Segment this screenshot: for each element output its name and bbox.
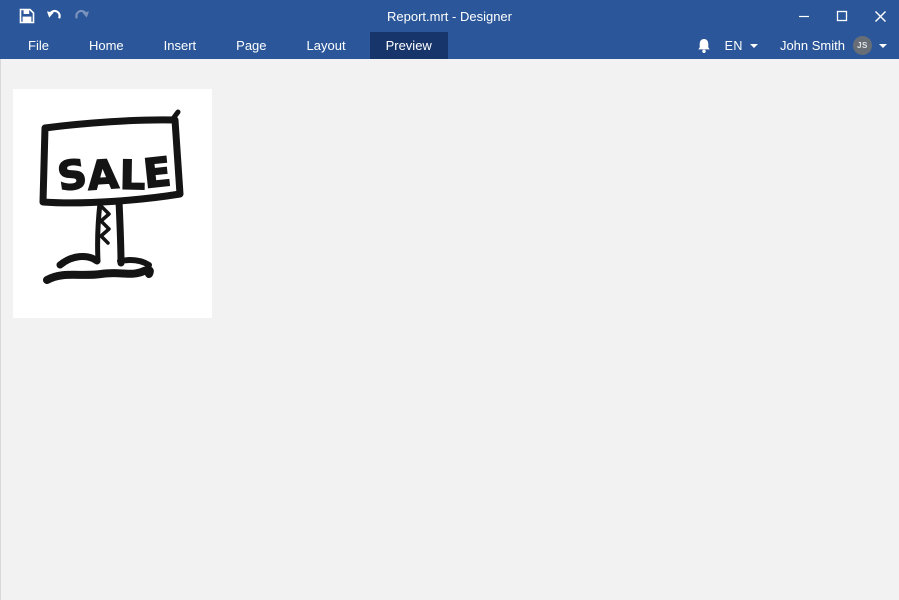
sale-sign-image: SALE: [39, 109, 184, 284]
tab-insert[interactable]: Insert: [148, 32, 213, 59]
titlebar: Report.mrt - Designer: [0, 0, 899, 32]
close-button[interactable]: [861, 0, 899, 32]
close-icon: [874, 10, 886, 22]
language-caret-icon[interactable]: [749, 43, 758, 48]
sale-sign-text: SALE: [55, 148, 174, 202]
window-left-border: [0, 59, 1, 600]
redo-icon: [74, 9, 89, 19]
undo-button[interactable]: [45, 7, 63, 25]
preview-canvas: SALE: [0, 59, 899, 600]
window-controls: [785, 0, 899, 32]
user-menu-caret-icon[interactable]: [879, 43, 887, 48]
bell-icon: [697, 38, 710, 53]
minimize-button[interactable]: [785, 0, 823, 32]
tab-page[interactable]: Page: [220, 32, 282, 59]
tab-home[interactable]: Home: [73, 32, 140, 59]
ribbon-right-area: EN John Smith JS: [697, 32, 899, 59]
tab-preview[interactable]: Preview: [369, 32, 448, 59]
user-avatar[interactable]: JS: [853, 36, 872, 55]
ribbon-tab-bar: File Home Insert Page Layout Preview EN …: [0, 32, 899, 59]
maximize-icon: [836, 10, 848, 22]
notifications-button[interactable]: [697, 38, 711, 54]
maximize-button[interactable]: [823, 0, 861, 32]
quick-access-toolbar: [0, 7, 90, 25]
user-name[interactable]: John Smith: [780, 38, 845, 53]
window-title: Report.mrt - Designer: [387, 8, 512, 24]
tab-file[interactable]: File: [12, 32, 65, 59]
redo-button[interactable]: [72, 7, 90, 25]
language-selector[interactable]: EN: [725, 39, 743, 53]
floppy-disk-icon: [19, 8, 35, 24]
tab-layout[interactable]: Layout: [291, 32, 362, 59]
report-page: SALE: [13, 89, 212, 318]
save-button[interactable]: [18, 7, 36, 25]
undo-icon: [46, 9, 61, 19]
minimize-icon: [799, 15, 809, 18]
